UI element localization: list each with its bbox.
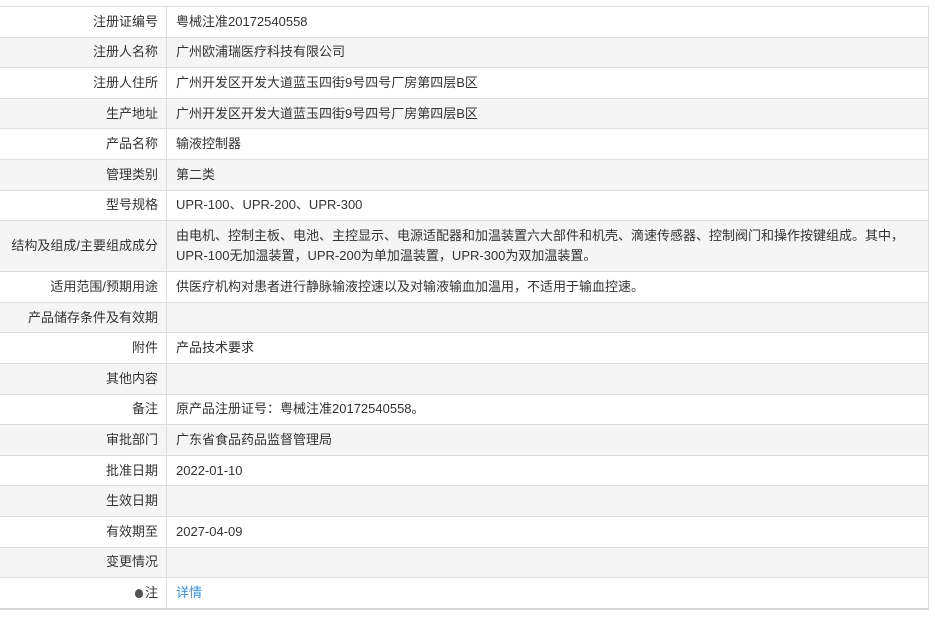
- table-row: 产品储存条件及有效期: [0, 301, 929, 334]
- table-row: 适用范围/预期用途 供医疗机构对患者进行静脉输液控速以及对输液输血加温用，不适用于…: [0, 271, 929, 303]
- table-row: 附件 产品技术要求: [0, 332, 929, 364]
- table-row: 注册证编号 粤械注准20172540558: [0, 6, 929, 38]
- field-value: 第二类: [166, 158, 929, 191]
- table-row: 批准日期 2022-01-10: [0, 454, 929, 487]
- field-label: 产品储存条件及有效期: [0, 301, 167, 334]
- note-row: 注 详情: [0, 577, 929, 610]
- field-value: 广东省食品药品监督管理局: [166, 424, 929, 456]
- table-row: 结构及组成/主要组成成分 由电机、控制主板、电池、主控显示、电源适配器和加温装置六…: [0, 220, 929, 273]
- note-label-text: 注: [144, 584, 158, 600]
- table-row: 型号规格 UPR-100、UPR-200、UPR-300: [0, 189, 929, 222]
- table-row: 产品名称 输液控制器: [0, 128, 929, 160]
- field-label: 批准日期: [0, 454, 167, 487]
- field-label: 注册证编号: [0, 6, 167, 38]
- field-value: 2027-04-09: [166, 515, 929, 548]
- field-label: 其他内容: [0, 362, 167, 395]
- table-row: 管理类别 第二类: [0, 158, 929, 191]
- field-value: UPR-100、UPR-200、UPR-300: [166, 189, 929, 222]
- table-row: 其他内容: [0, 362, 929, 395]
- field-value: 产品技术要求: [166, 332, 929, 364]
- table-row: 审批部门 广东省食品药品监督管理局: [0, 424, 929, 456]
- table-row: 生产地址 广州开发区开发大道蓝玉四街9号四号厂房第四层B区: [0, 97, 929, 130]
- field-label: 生产地址: [0, 97, 167, 130]
- field-label: 附件: [0, 332, 167, 364]
- field-label: 注册人住所: [0, 67, 167, 99]
- field-value: [166, 546, 929, 579]
- field-value: [166, 485, 929, 517]
- field-label: 有效期至: [0, 515, 167, 548]
- field-value: 广州开发区开发大道蓝玉四街9号四号厂房第四层B区: [166, 97, 929, 130]
- table-row: 变更情况: [0, 546, 929, 579]
- field-label: 备注: [0, 393, 167, 426]
- field-value: 供医疗机构对患者进行静脉输液控速以及对输液输血加温用，不适用于输血控速。: [166, 271, 929, 303]
- field-label: 结构及组成/主要组成成分: [0, 220, 167, 273]
- field-value: 2022-01-10: [166, 454, 929, 487]
- table-row: 备注 原产品注册证号：粤械注准20172540558。: [0, 393, 929, 426]
- field-label: 适用范围/预期用途: [0, 271, 167, 303]
- field-label: 管理类别: [0, 158, 167, 191]
- field-label: 生效日期: [0, 485, 167, 517]
- registration-details-table: 注册证编号 粤械注准20172540558 注册人名称 广州欧浦瑞医疗科技有限公司 注册…: [0, 6, 929, 610]
- field-value: 广州欧浦瑞医疗科技有限公司: [166, 36, 929, 69]
- table-row: 注册人名称 广州欧浦瑞医疗科技有限公司: [0, 36, 929, 69]
- field-value: 输液控制器: [166, 128, 929, 160]
- note-label: 注: [0, 577, 167, 610]
- field-label: 型号规格: [0, 189, 167, 222]
- field-label: 产品名称: [0, 128, 167, 160]
- field-label: 变更情况: [0, 546, 167, 579]
- details-link[interactable]: 详情: [176, 585, 202, 600]
- table-row: 有效期至 2027-04-09: [0, 515, 929, 548]
- field-label: 审批部门: [0, 424, 167, 456]
- lightbulb-icon: [134, 588, 143, 598]
- field-value: 原产品注册证号：粤械注准20172540558。: [166, 393, 929, 426]
- field-value: 由电机、控制主板、电池、主控显示、电源适配器和加温装置六大部件和机壳、滴速传感器…: [166, 220, 929, 273]
- field-label: 注册人名称: [0, 36, 167, 69]
- field-value: 粤械注准20172540558: [166, 6, 929, 38]
- field-value: [166, 362, 929, 395]
- table-row: 生效日期: [0, 485, 929, 517]
- field-value: [166, 301, 929, 334]
- table-row: 注册人住所 广州开发区开发大道蓝玉四街9号四号厂房第四层B区: [0, 67, 929, 99]
- field-value: 广州开发区开发大道蓝玉四街9号四号厂房第四层B区: [166, 67, 929, 99]
